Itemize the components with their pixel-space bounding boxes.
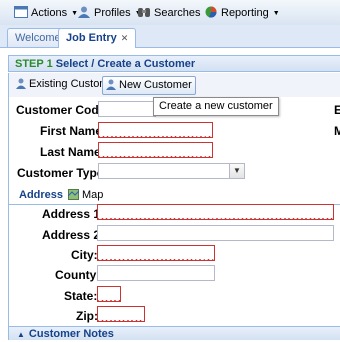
chevron-down-icon: ▼ [272,10,280,17]
searches-menu[interactable]: Searches▼ [137,5,211,21]
clipped-label-e: E [334,103,340,117]
step-number: STEP 1 [15,58,53,70]
first-name-field[interactable] [98,122,213,138]
reporting-label: Reporting [221,7,269,19]
profiles-label: Profiles [94,7,131,19]
step-header: STEP 1 Select / Create a Customer [8,55,340,72]
city-label: City: [71,248,98,262]
tab-welcome-label: Welcome [15,32,61,44]
actions-menu[interactable]: Actions ▼ [14,5,78,21]
address1-label: Address 1: [42,207,105,221]
customer-button-bar: Existing Customer New Customer [8,73,340,98]
county-label: County: [55,268,101,282]
customer-notes-label: Customer Notes [28,328,114,340]
last-name-field[interactable] [98,142,213,158]
user-add-icon [106,79,116,90]
tab-strip: Welcome Job Entry ✕ [0,25,340,48]
customer-code-field[interactable] [98,101,156,117]
person-icon [78,6,90,18]
tab-map[interactable]: Map [67,188,104,203]
close-icon[interactable]: ✕ [121,33,129,43]
step-title: Select / Create a Customer [55,58,196,70]
first-name-label: First Name: [40,124,107,138]
customer-code-label: Customer Code: [16,103,110,117]
last-name-label: Last Name: [40,145,105,159]
main-toolbar: Actions▼ Profiles▼ Searches▼ Reporting▼ [0,0,340,26]
state-label: State: [64,289,98,303]
address-tab-strip: Address Map [8,186,340,205]
address1-field[interactable] [97,204,334,220]
state-field[interactable] [97,286,121,302]
zip-label: Zip: [76,309,98,323]
actions-label: Actions [31,7,68,19]
customer-type-select[interactable] [98,163,231,179]
window-icon [14,6,28,18]
searches-label: Searches [154,7,201,19]
tab-address[interactable]: Address [19,188,63,203]
tab-job-entry[interactable]: Job Entry ✕ [58,28,137,48]
customer-notes-bar[interactable]: ▲ Customer Notes [8,326,340,340]
new-customer-label: New Customer [119,79,192,91]
new-customer-tooltip: Create a new customer [153,97,279,116]
city-field[interactable] [97,245,215,261]
zip-field[interactable] [97,306,145,322]
binoculars-icon [138,8,150,17]
chevron-down-icon[interactable]: ▼ [229,163,245,179]
address2-field[interactable] [97,225,334,241]
address2-label: Address 2: [42,228,105,242]
pie-chart-icon [205,6,217,18]
new-customer-button[interactable]: New Customer [102,76,196,95]
collapse-icon[interactable]: ▲ [17,330,25,339]
clipped-label-m: M [334,124,340,138]
tab-map-label: Map [82,189,104,201]
user-icon [16,78,26,89]
map-icon [67,189,80,200]
customer-type-label: Customer Type: [17,166,108,180]
reporting-menu[interactable]: Reporting ▼ [204,5,280,21]
county-field[interactable] [97,265,215,281]
tab-job-entry-label: Job Entry [66,32,117,44]
profiles-menu[interactable]: Profiles▼ [77,5,142,21]
